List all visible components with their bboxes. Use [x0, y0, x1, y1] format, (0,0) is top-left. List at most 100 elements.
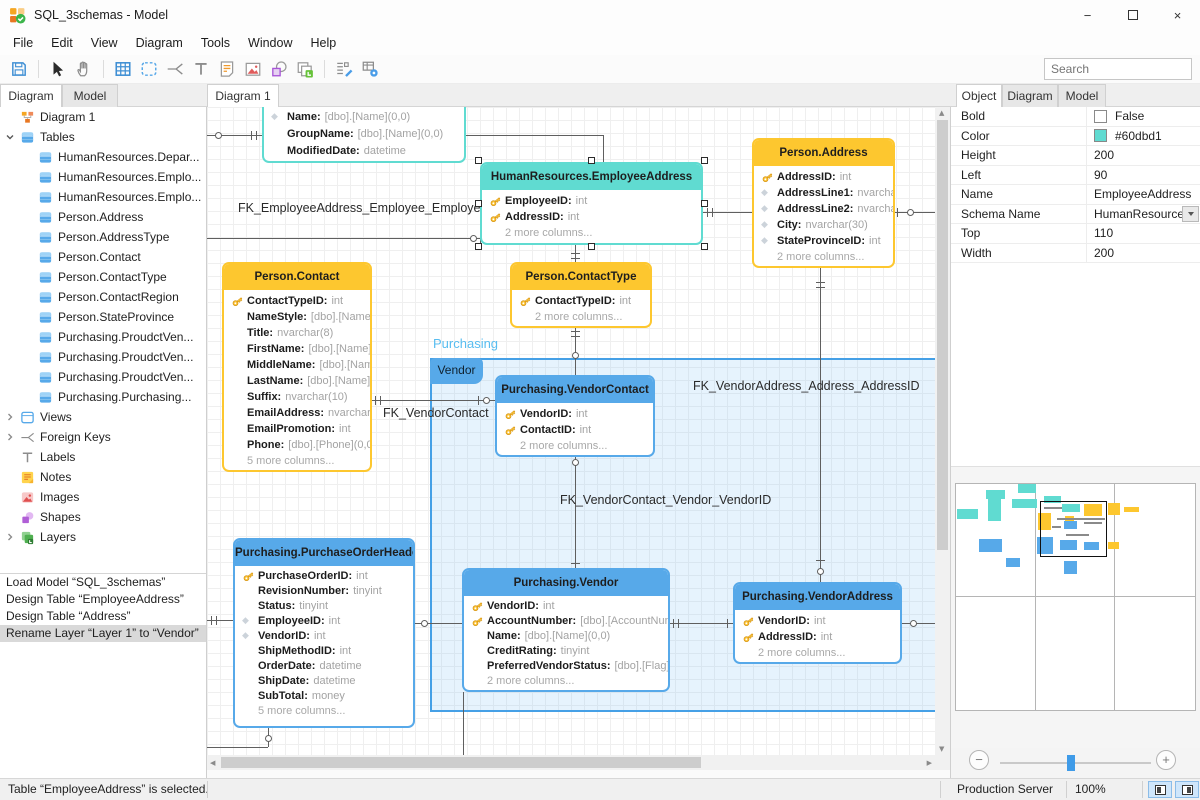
horizontal-scrollbar[interactable]: ◀ ▶	[207, 755, 935, 770]
tab-diagram-props[interactable]: Diagram	[1002, 84, 1058, 107]
sidebar-item-labels[interactable]: Labels	[0, 447, 206, 467]
scroll-right-icon[interactable]: ▶	[927, 759, 932, 767]
toggle-left-panel-button[interactable]	[1148, 781, 1172, 798]
color-swatch[interactable]	[1094, 129, 1107, 142]
selection-button[interactable]	[136, 57, 162, 81]
vertical-scrollbar[interactable]: ▲ ▼	[935, 107, 950, 755]
sidebar-item-purchasing-proudctven-[interactable]: Purchasing.ProudctVen...	[0, 327, 206, 347]
sidebar-item-purchasing-proudctven-[interactable]: Purchasing.ProudctVen...	[0, 347, 206, 367]
selection-handle[interactable]	[588, 157, 595, 164]
menu-window[interactable]: Window	[239, 32, 301, 54]
selection-handle[interactable]	[475, 200, 482, 207]
property-value[interactable]: 200	[1086, 146, 1200, 165]
sidebar-item-person-contactregion[interactable]: Person.ContactRegion	[0, 287, 206, 307]
sidebar-item-layers[interactable]: Layers	[0, 527, 206, 547]
sidebar-item-humanresources-emplo-[interactable]: HumanResources.Emplo...	[0, 187, 206, 207]
sidebar-item-purchasing-purchasing-[interactable]: Purchasing.Purchasing...	[0, 387, 206, 407]
horizontal-scrollbar-thumb[interactable]	[221, 757, 701, 768]
menu-tools[interactable]: Tools	[192, 32, 239, 54]
vendor-layer-tab[interactable]: Vendor	[430, 358, 483, 384]
sidebar-item-diagram-1[interactable]: Diagram 1	[0, 107, 206, 127]
close-button[interactable]: ×	[1155, 0, 1200, 30]
dropdown-button[interactable]	[1182, 206, 1199, 223]
tab-model[interactable]: Model	[62, 84, 118, 107]
chevron-right-icon[interactable]	[4, 431, 16, 443]
selection-handle[interactable]	[588, 243, 595, 250]
checkbox[interactable]	[1094, 110, 1107, 123]
selection-handle[interactable]	[701, 243, 708, 250]
auto-dimension-button[interactable]	[331, 57, 357, 81]
new-shape-button[interactable]	[266, 57, 292, 81]
selection-handle[interactable]	[701, 157, 708, 164]
model-options-button[interactable]	[357, 57, 383, 81]
entity-table-purchasing-vendor[interactable]: Purchasing.VendorVendorID:intAccountNumb…	[462, 568, 670, 692]
tab-diagram[interactable]: Diagram	[0, 84, 62, 107]
sidebar-item-foreign-keys[interactable]: Foreign Keys	[0, 427, 206, 447]
sidebar-item-tables[interactable]: Tables	[0, 127, 206, 147]
vertical-scrollbar-thumb[interactable]	[937, 120, 948, 550]
maximize-button[interactable]	[1110, 0, 1155, 30]
menu-file[interactable]: File	[4, 32, 42, 54]
entity-table-humanresources-employeeaddress[interactable]: HumanResources.EmployeeAddressEmployeeID…	[480, 162, 703, 245]
selection-handle[interactable]	[475, 157, 482, 164]
new-label-button[interactable]	[188, 57, 214, 81]
property-value[interactable]: #60dbd1	[1086, 127, 1200, 146]
tab-object[interactable]: Object	[956, 84, 1002, 107]
sidebar-item-person-stateprovince[interactable]: Person.StateProvince	[0, 307, 206, 327]
scroll-left-icon[interactable]: ◀	[210, 759, 215, 767]
entity-table-purchasing-vendoraddress[interactable]: Purchasing.VendorAddressVendorID:intAddr…	[733, 582, 902, 664]
history-item[interactable]: Design Table “EmployeeAddress”	[0, 591, 206, 608]
diagram-canvas[interactable]: Purchasing Vendor FK_EmployeeAddress_Emp…	[207, 107, 935, 755]
sidebar-item-notes[interactable]: Notes	[0, 467, 206, 487]
history-item[interactable]: Rename Layer “Layer 1” to “Vendor”	[0, 625, 206, 642]
history-item[interactable]: Design Table “Address”	[0, 608, 206, 625]
new-note-button[interactable]	[214, 57, 240, 81]
scroll-up-icon[interactable]: ▲	[939, 109, 944, 117]
menu-view[interactable]: View	[82, 32, 127, 54]
sidebar-item-humanresources-depar-[interactable]: HumanResources.Depar...	[0, 147, 206, 167]
sidebar-item-views[interactable]: Views	[0, 407, 206, 427]
chevron-right-icon[interactable]	[4, 411, 16, 423]
entity-table-purchasing-purchaseorderheader[interactable]: Purchasing.PurchaseOrderHeaderPurchaseOr…	[233, 538, 415, 728]
sidebar-item-person-address[interactable]: Person.Address	[0, 207, 206, 227]
menu-edit[interactable]: Edit	[42, 32, 82, 54]
toggle-right-panel-button[interactable]	[1175, 781, 1199, 798]
new-image-button[interactable]	[240, 57, 266, 81]
sidebar-item-person-contacttype[interactable]: Person.ContactType	[0, 267, 206, 287]
entity-table-person-address[interactable]: Person.AddressAddressID:int◆AddressLine1…	[752, 138, 895, 268]
minimap[interactable]	[951, 466, 1200, 748]
selection-handle[interactable]	[701, 200, 708, 207]
scroll-down-icon[interactable]: ▼	[939, 745, 944, 753]
pointer-button[interactable]	[45, 57, 71, 81]
menu-help[interactable]: Help	[301, 32, 345, 54]
sidebar-item-shapes[interactable]: Shapes	[0, 507, 206, 527]
sidebar-item-person-addresstype[interactable]: Person.AddressType	[0, 227, 206, 247]
property-value[interactable]: False	[1086, 107, 1200, 126]
search-input[interactable]	[1045, 62, 1200, 76]
zoom-slider-handle[interactable]	[1067, 755, 1075, 771]
minimap-viewport[interactable]	[1040, 501, 1107, 557]
new-foreign-key-button[interactable]	[162, 57, 188, 81]
zoom-out-button[interactable]: −	[969, 750, 989, 770]
sidebar-item-humanresources-emplo-[interactable]: HumanResources.Emplo...	[0, 167, 206, 187]
property-value[interactable]: HumanResources	[1086, 205, 1200, 224]
sidebar-item-person-contact[interactable]: Person.Contact	[0, 247, 206, 267]
property-value[interactable]: 110	[1086, 224, 1200, 243]
zoom-in-button[interactable]: +	[1156, 750, 1176, 770]
entity-table-purchasing-vendorcontact[interactable]: Purchasing.VendorContactVendorID:intCont…	[495, 375, 655, 457]
menu-diagram[interactable]: Diagram	[127, 32, 192, 54]
save-button[interactable]	[6, 57, 32, 81]
entity-table-person-contacttype[interactable]: Person.ContactTypeContactTypeID:int2 mor…	[510, 262, 652, 328]
chevron-right-icon[interactable]	[4, 531, 16, 543]
zoom-slider-track[interactable]	[1000, 762, 1151, 764]
sidebar-item-purchasing-proudctven-[interactable]: Purchasing.ProudctVen...	[0, 367, 206, 387]
entity-table-department-partial[interactable]: ◆Name:[dbo].[Name](0,0)GroupName:[dbo].[…	[262, 107, 466, 163]
entity-table-person-contact[interactable]: Person.ContactContactTypeID:intNameStyle…	[222, 262, 372, 472]
selection-handle[interactable]	[475, 243, 482, 250]
new-table-button[interactable]	[110, 57, 136, 81]
tab-diagram-1[interactable]: Diagram 1	[207, 84, 279, 107]
property-value[interactable]: 90	[1086, 166, 1200, 185]
property-value[interactable]: 200	[1086, 244, 1200, 263]
new-layer-button[interactable]	[292, 57, 318, 81]
tab-model-props[interactable]: Model	[1058, 84, 1106, 107]
